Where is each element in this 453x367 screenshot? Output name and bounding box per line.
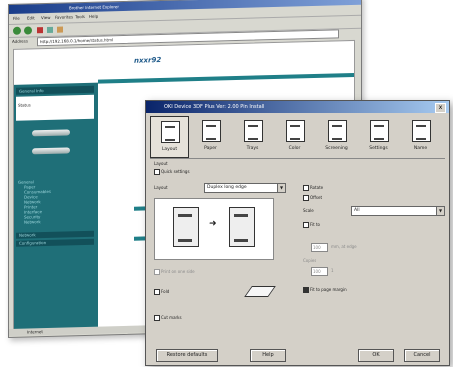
- page-preview-icon: [173, 207, 199, 247]
- print-one-side-checkbox[interactable]: [154, 269, 160, 275]
- offset-checkbox[interactable]: [303, 195, 309, 201]
- tab-layout[interactable]: Layout: [150, 116, 189, 158]
- tab-paper[interactable]: Paper: [192, 116, 229, 156]
- tab-label: Color: [288, 146, 301, 151]
- sidebar-footer-label: Configuration: [19, 240, 47, 246]
- quick-settings-checkbox[interactable]: [154, 169, 160, 175]
- print-settings-dialog: OKI Device 3DF Plus Ver: 2.00 Pin Instal…: [145, 100, 450, 366]
- fit-to-checkbox[interactable]: [303, 222, 309, 228]
- layout-label: Layout: [154, 185, 168, 190]
- dialog-title-bar: OKI Device 3DF Plus Ver: 2.00 Pin Instal…: [146, 101, 449, 113]
- home-icon[interactable]: [57, 26, 63, 33]
- address-value: http://192.168.0.1/home/status.html: [40, 37, 114, 45]
- color-icon: [286, 120, 305, 142]
- tab-label: Name: [413, 146, 428, 151]
- sidebar-pill-2[interactable]: [32, 147, 70, 155]
- browser-title: Brother Internet Explorer: [69, 4, 120, 11]
- page-lines: [234, 214, 248, 242]
- quick-settings-label: Quick settings: [161, 169, 190, 174]
- tab-label: Paper: [204, 146, 217, 151]
- offset-label: Offset: [310, 195, 323, 200]
- scale-label: Scale: [303, 208, 314, 213]
- rotate-checkbox[interactable]: [303, 185, 309, 191]
- section-title: Layout: [154, 161, 168, 166]
- arrow-right-icon: ➜: [209, 219, 217, 229]
- fit-to-label: Fit to: [310, 222, 320, 227]
- paper-icon: [202, 120, 221, 142]
- menu-help[interactable]: Help: [89, 14, 98, 19]
- tab-label: Screening: [325, 146, 348, 151]
- tab-label: Trays: [246, 146, 259, 151]
- copies-label: Copies: [303, 258, 317, 263]
- tab-trays[interactable]: Trays: [234, 116, 271, 156]
- fit-note: mm, at edge: [331, 244, 357, 249]
- fit-value-2-field[interactable]: 100: [311, 267, 328, 276]
- sidebar-footer-item[interactable]: Network: [16, 230, 94, 239]
- tab-screening[interactable]: Screening: [318, 116, 355, 156]
- settings-icon: [370, 120, 389, 142]
- menu-favorites[interactable]: Favorites: [55, 14, 73, 19]
- fold-checkbox[interactable]: [154, 289, 160, 295]
- layout-select-value: Duplex long edge: [207, 185, 247, 190]
- scale-select[interactable]: All ▼: [351, 206, 445, 216]
- chevron-down-icon: ▼: [277, 184, 285, 192]
- sidebar: General Info Status General Paper Consum…: [14, 82, 98, 330]
- site-logo: nxxr92: [134, 55, 162, 65]
- trays-icon: [244, 120, 263, 142]
- forward-icon[interactable]: [24, 26, 32, 35]
- menu-tools[interactable]: Tools: [75, 14, 85, 19]
- sidebar-footer-item[interactable]: Configuration: [16, 238, 94, 247]
- chevron-down-icon: ▼: [436, 207, 444, 215]
- cut-marks-label: Cut marks: [161, 315, 182, 320]
- close-button[interactable]: x: [435, 103, 446, 113]
- copies-value: 1: [331, 268, 334, 273]
- sidebar-pill-1[interactable]: [32, 129, 70, 137]
- fit-value-1-field[interactable]: 100: [311, 243, 328, 252]
- help-button[interactable]: Help: [250, 349, 286, 362]
- menu-view[interactable]: View: [41, 15, 51, 20]
- menu-edit[interactable]: Edit: [27, 15, 35, 20]
- tab-name[interactable]: Name: [402, 116, 439, 156]
- layout-icon: [161, 121, 180, 143]
- fold-label: Fold: [161, 289, 170, 294]
- tab-settings[interactable]: Settings: [360, 116, 397, 156]
- status-text: Internet: [27, 329, 43, 335]
- dialog-title: OKI Device 3DF Plus Ver: 2.00 Pin Instal…: [164, 104, 265, 110]
- sidebar-links: General Paper Consumables Device Network…: [18, 178, 88, 225]
- restore-defaults-button[interactable]: Restore defaults: [156, 349, 218, 362]
- fold-preview-icon: [244, 286, 276, 297]
- tab-divider: [150, 158, 445, 159]
- page-lines: [178, 214, 192, 242]
- stop-icon[interactable]: [37, 27, 43, 34]
- layout-select[interactable]: Duplex long edge ▼: [204, 183, 286, 193]
- sidebar-panel-text: Status: [18, 102, 31, 108]
- address-label: Address: [12, 38, 28, 44]
- fit-to-page-checkbox[interactable]: [303, 287, 309, 293]
- cut-marks-checkbox[interactable]: [154, 315, 160, 321]
- menu-file[interactable]: File: [13, 16, 20, 21]
- duplex-preview-icon: [229, 207, 255, 247]
- tab-color[interactable]: Color: [276, 116, 313, 156]
- header-bar: [98, 72, 354, 84]
- back-icon[interactable]: [13, 26, 21, 35]
- screening-icon: [328, 120, 347, 142]
- sidebar-link[interactable]: Network: [18, 218, 88, 225]
- ok-button[interactable]: OK: [358, 349, 394, 362]
- refresh-icon[interactable]: [47, 26, 53, 33]
- fit-to-page-label: Fit to page margin: [310, 287, 347, 292]
- tab-label: Settings: [369, 146, 388, 151]
- sidebar-panel: Status: [16, 94, 94, 121]
- tab-label: Layout: [161, 147, 178, 152]
- print-one-side-label: Print on one side: [161, 269, 195, 274]
- sidebar-header-label: General Info: [19, 88, 44, 94]
- layout-preview: ➜: [154, 198, 274, 260]
- sidebar-header: General Info: [16, 85, 94, 95]
- scale-select-value: All: [354, 208, 360, 213]
- rotate-label: Rotate: [310, 185, 324, 190]
- cancel-button[interactable]: Cancel: [404, 349, 440, 362]
- sidebar-footer-label: Network: [19, 232, 36, 238]
- name-icon: [412, 120, 431, 142]
